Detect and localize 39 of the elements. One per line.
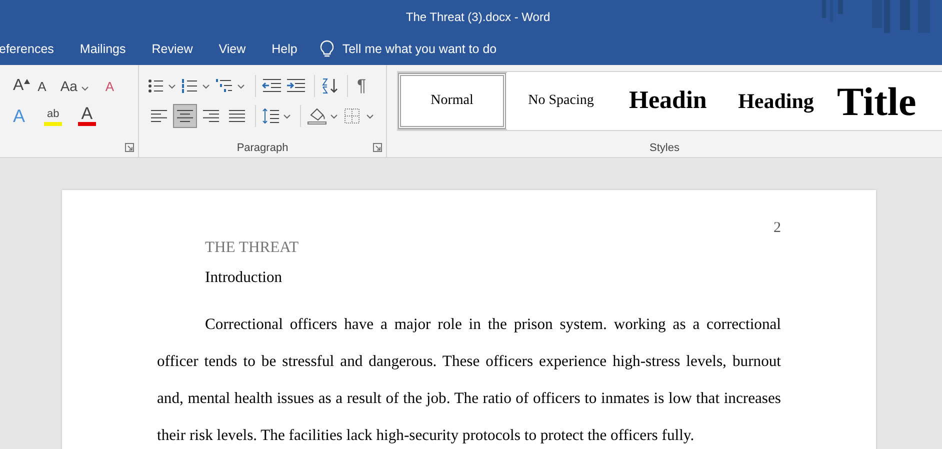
ribbon-tab[interactable]: Review — [138, 33, 206, 65]
sort-icon[interactable] — [321, 77, 339, 95]
align-icon — [229, 110, 245, 122]
tell-me-search[interactable]: Tell me what you want to do — [320, 40, 532, 58]
chevron-down-icon — [81, 86, 90, 91]
page-number: 2 — [774, 220, 781, 236]
up-triangle-icon — [24, 79, 30, 84]
align-icon — [203, 110, 219, 122]
decrease-indent-icon[interactable] — [262, 77, 282, 95]
highlight-button[interactable]: ab — [44, 106, 62, 126]
change-case-button[interactable]: Aa — [57, 74, 92, 98]
ribbon-tab[interactable]: Mailings — [66, 33, 139, 65]
show-formatting-button[interactable]: ¶ — [354, 74, 370, 98]
window-title: The Threat (3).docx - Word — [406, 10, 550, 24]
style-option[interactable]: Normal — [398, 73, 506, 129]
shrink-font-button[interactable]: A — [34, 74, 50, 98]
grow-font-button[interactable]: A — [10, 74, 33, 98]
bullets-icon[interactable] — [147, 77, 177, 95]
dialog-launcher-icon[interactable] — [125, 143, 134, 152]
align-icon — [177, 110, 193, 122]
section-heading: Introduction — [205, 269, 282, 286]
lightbulb-icon — [320, 40, 334, 58]
align-icon — [151, 110, 167, 122]
align-center-button[interactable] — [173, 104, 197, 128]
increase-indent-icon[interactable] — [286, 77, 306, 95]
group-label: Styles — [648, 142, 680, 154]
numbering-icon[interactable] — [181, 77, 211, 95]
ribbon-tab[interactable]: Help — [258, 33, 310, 65]
dialog-launcher-icon[interactable] — [373, 143, 382, 152]
multilevel-list-icon[interactable] — [215, 77, 247, 95]
group-label: Paragraph — [236, 142, 290, 154]
ribbon-tab[interactable]: View — [206, 33, 259, 65]
body-paragraph: Correctional officers have a major role in the prison system. working as a correctional officer tends to be stressful and dangerous. These officers experience high-stress levels, burnout and, mental health issues as a result of the job. The ratio of officers to inmates is low that increases their risk levels. The facilities lack high-security protocols to protect the officers fully. — [157, 315, 781, 446]
borders-icon[interactable] — [343, 107, 375, 125]
clear-formatting-button[interactable]: A — [102, 74, 118, 98]
shading-icon[interactable] — [307, 107, 339, 125]
font-color-button[interactable]: A — [78, 106, 96, 126]
running-head: THE THREAT — [205, 239, 299, 256]
line-spacing-icon[interactable] — [262, 107, 292, 125]
